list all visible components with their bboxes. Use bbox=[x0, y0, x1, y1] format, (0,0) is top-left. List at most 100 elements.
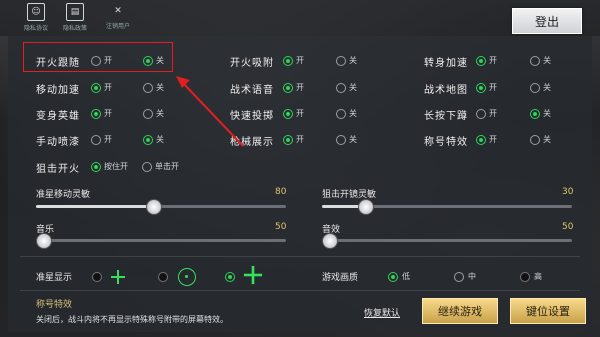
toggle-label: 战术语音 bbox=[230, 85, 274, 96]
toggle-off-radio[interactable] bbox=[143, 109, 153, 119]
toggle-on-text: 开 bbox=[104, 135, 112, 144]
toggle-off-text: 关 bbox=[349, 109, 357, 118]
toggle-label: 移动加速 bbox=[36, 85, 80, 96]
crosshair-small-cross-icon bbox=[111, 270, 125, 284]
music-value: 50 bbox=[275, 222, 287, 232]
toggle-on-radio[interactable] bbox=[476, 83, 486, 93]
toggle-off-text: 关 bbox=[349, 56, 357, 65]
toggle-on-text: 开 bbox=[104, 109, 112, 118]
sound-effects-value: 50 bbox=[562, 222, 574, 232]
quality-label: 游戏画质 bbox=[322, 273, 359, 283]
toggle-off-radio[interactable] bbox=[336, 109, 346, 119]
continue-game-button[interactable]: 继续游戏 bbox=[422, 298, 498, 324]
fire-mode-tap-text: 单击开 bbox=[155, 162, 179, 171]
toggle-on-text: 开 bbox=[489, 135, 497, 144]
toggle-off-text: 关 bbox=[349, 83, 357, 92]
restore-defaults-link[interactable]: 恢复默认 bbox=[364, 306, 400, 319]
scope-sensitivity-label: 狙击开镜灵敏 bbox=[322, 190, 377, 200]
crosshair-option-2-radio[interactable] bbox=[158, 272, 168, 282]
toggle-on-text: 开 bbox=[489, 109, 497, 118]
scope-sensitivity-value: 30 bbox=[562, 187, 574, 197]
toggle-off-text: 关 bbox=[543, 109, 551, 118]
toggle-off-radio[interactable] bbox=[336, 135, 346, 145]
user-remove-icon: ✕ bbox=[114, 6, 122, 16]
highlight-box bbox=[23, 42, 173, 72]
crosshair-label: 准星显示 bbox=[36, 273, 73, 283]
toggle-on-radio[interactable] bbox=[91, 135, 101, 145]
toggle-off-radio[interactable] bbox=[143, 83, 153, 93]
scope-sensitivity-knob[interactable] bbox=[358, 199, 374, 215]
toggle-off-text: 关 bbox=[543, 56, 551, 65]
user-card-icon: ☺ bbox=[27, 3, 45, 21]
privacy-agreement-label: 隐私协议 bbox=[23, 25, 48, 32]
toggle-on-radio[interactable] bbox=[476, 135, 486, 145]
toggle-on-radio[interactable] bbox=[476, 109, 486, 119]
quality-high-radio[interactable] bbox=[520, 272, 530, 282]
toggle-off-radio[interactable] bbox=[143, 135, 153, 145]
toggle-on-text: 开 bbox=[104, 83, 112, 92]
aim-sensitivity-value: 80 bbox=[275, 187, 287, 197]
toggle-label: 变身英雄 bbox=[36, 111, 80, 122]
privacy-policy-label: 隐私政策 bbox=[62, 25, 87, 32]
toggle-on-radio[interactable] bbox=[91, 109, 101, 119]
toggle-off-radio[interactable] bbox=[336, 83, 346, 93]
toggle-off-radio[interactable] bbox=[530, 83, 540, 93]
toggle-on-radio[interactable] bbox=[91, 83, 101, 93]
quality-high-text: 高 bbox=[534, 272, 542, 281]
delete-account-button[interactable]: ✕ 注销用户 bbox=[98, 3, 138, 35]
sound-effects-knob[interactable] bbox=[322, 233, 338, 249]
toggle-off-text: 关 bbox=[349, 135, 357, 144]
privacy-agreement-button[interactable]: ☺ 隐私协议 bbox=[16, 3, 56, 35]
toggle-off-radio[interactable] bbox=[530, 109, 540, 119]
toggle-on-radio[interactable] bbox=[283, 83, 293, 93]
music-knob[interactable] bbox=[36, 233, 52, 249]
toggle-off-radio[interactable] bbox=[530, 135, 540, 145]
quality-medium-radio[interactable] bbox=[454, 272, 464, 282]
toggle-on-text: 开 bbox=[296, 83, 304, 92]
sound-effects-track[interactable] bbox=[322, 239, 572, 242]
toggle-on-radio[interactable] bbox=[476, 56, 486, 66]
toggle-label: 快速投掷 bbox=[230, 111, 274, 122]
aim-sensitivity-label: 准星移动灵敏 bbox=[36, 190, 91, 200]
fire-mode-hold-radio[interactable] bbox=[91, 162, 101, 172]
toggle-label: 战术地图 bbox=[424, 85, 468, 96]
toggle-on-radio[interactable] bbox=[283, 135, 293, 145]
crosshair-circle-icon bbox=[178, 268, 196, 286]
toggle-on-text: 开 bbox=[296, 109, 304, 118]
keybind-settings-button[interactable]: 键位设置 bbox=[510, 298, 586, 324]
quality-low-text: 低 bbox=[402, 272, 410, 281]
toggle-label: 手动喷漆 bbox=[36, 137, 80, 148]
crosshair-option-1-radio[interactable] bbox=[92, 272, 102, 282]
toggle-off-text: 关 bbox=[543, 135, 551, 144]
description-title: 称号特效 bbox=[36, 300, 73, 310]
crosshair-large-cross-icon bbox=[243, 265, 263, 285]
toggle-label: 称号特效 bbox=[424, 137, 468, 148]
toggle-on-radio[interactable] bbox=[283, 109, 293, 119]
toggle-on-text: 开 bbox=[296, 135, 304, 144]
toggle-on-text: 开 bbox=[296, 56, 304, 65]
toggle-off-text: 关 bbox=[156, 135, 164, 144]
document-icon: ▤ bbox=[66, 3, 84, 21]
toggle-off-text: 关 bbox=[156, 109, 164, 118]
settings-panel bbox=[8, 36, 592, 332]
toggle-off-radio[interactable] bbox=[336, 56, 346, 66]
toggle-off-text: 关 bbox=[156, 83, 164, 92]
aim-sensitivity-knob[interactable] bbox=[146, 199, 162, 215]
footer-divider bbox=[20, 290, 580, 291]
section-divider bbox=[20, 256, 580, 257]
toggle-on-radio[interactable] bbox=[283, 56, 293, 66]
toggle-label: 枪械展示 bbox=[230, 137, 274, 148]
music-track[interactable] bbox=[36, 239, 286, 242]
privacy-policy-button[interactable]: ▤ 隐私政策 bbox=[55, 3, 95, 35]
toggle-label: 开火吸附 bbox=[230, 58, 274, 69]
logout-button[interactable]: 登出 bbox=[512, 8, 582, 34]
toggle-on-text: 开 bbox=[489, 83, 497, 92]
fire-mode-tap-radio[interactable] bbox=[142, 162, 152, 172]
quality-medium-text: 中 bbox=[468, 272, 476, 281]
toggle-off-radio[interactable] bbox=[530, 56, 540, 66]
fire-mode-hold-text: 按住开 bbox=[104, 162, 128, 171]
quality-low-radio[interactable] bbox=[388, 272, 398, 282]
crosshair-option-3-radio[interactable] bbox=[225, 272, 235, 282]
delete-account-label: 注销用户 bbox=[105, 23, 130, 30]
toggle-label: 长按下蹲 bbox=[424, 111, 468, 122]
